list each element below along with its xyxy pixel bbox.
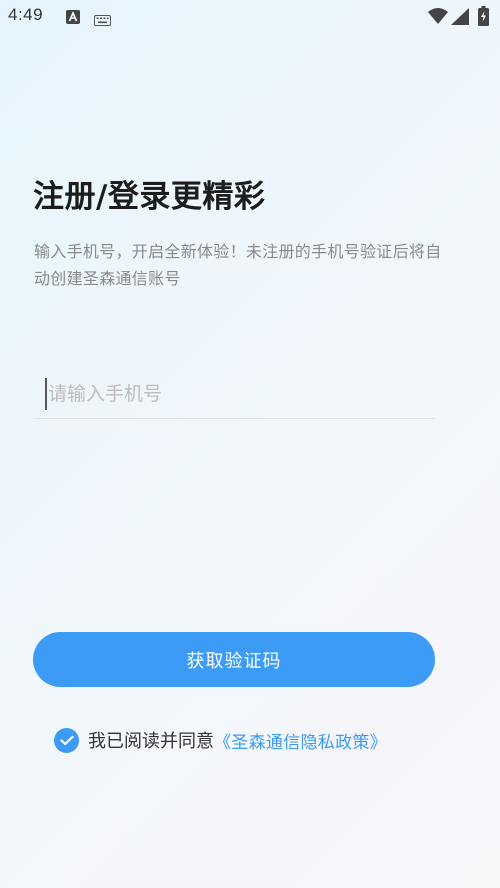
phone-input[interactable] (48, 376, 428, 412)
page-title: 注册/登录更精彩 (33, 179, 266, 215)
get-code-button[interactable]: 获取验证码 (33, 632, 435, 687)
check-icon (59, 735, 74, 745)
agree-checkbox[interactable] (54, 727, 79, 753)
text-cursor (45, 378, 47, 410)
signal-icon (451, 8, 469, 29)
battery-charging-icon (478, 6, 489, 30)
a-letter-icon (66, 9, 80, 28)
get-code-button-label: 获取验证码 (186, 650, 282, 672)
status-bar: 4:49 (0, 0, 500, 36)
page-subtitle: 输入手机号，开启全新体验！未注册的手机号验证后将自动创建圣森通信账号 (34, 242, 442, 288)
agreement-row: 我已阅读并同意 《圣森通信隐私政策》 (54, 726, 387, 754)
keyboard-icon (94, 11, 111, 30)
phone-input-container (34, 372, 435, 419)
wifi-icon (428, 8, 448, 28)
status-time: 4:49 (8, 5, 44, 24)
privacy-policy-link[interactable]: 《圣森通信隐私政策》 (214, 728, 387, 753)
agree-text: 我已阅读并同意 (88, 731, 214, 752)
